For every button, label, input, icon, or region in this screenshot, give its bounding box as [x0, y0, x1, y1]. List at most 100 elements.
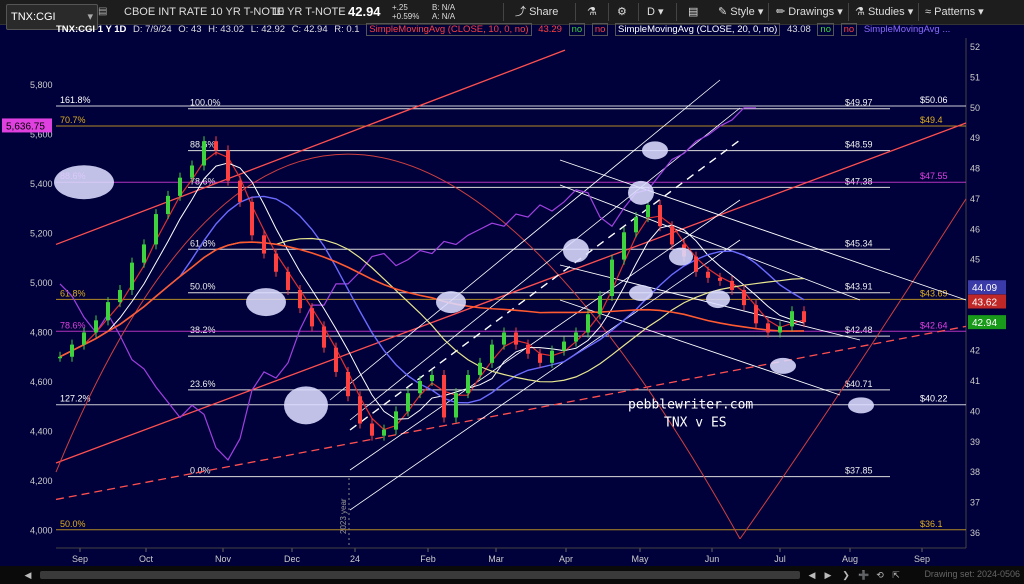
right-axis-tick: 45 [970, 255, 980, 265]
candle-body [346, 371, 350, 397]
highlight-ellipse [436, 291, 466, 314]
fib-value-label: $43.91 [845, 282, 873, 292]
share-button[interactable]: ⤴ Share [515, 0, 558, 24]
x-axis-tick: Oct [139, 554, 154, 564]
fib-pct-label: 78.6% [190, 176, 216, 186]
sma10-label[interactable]: SimpleMovingAvg (CLOSE, 10, 0, no) [366, 23, 532, 36]
candle-body [550, 350, 554, 363]
channel-line [349, 199, 741, 471]
x-axis-tick: Feb [420, 554, 436, 564]
scroll-right-icon[interactable]: ❯ [840, 568, 852, 582]
falling-channel-line [559, 264, 861, 341]
candle-body [742, 289, 746, 306]
left-axis-tick: 5,600 [30, 130, 53, 140]
right-axis-tick: 40 [970, 406, 980, 416]
time-scrollbar[interactable] [40, 571, 800, 579]
settings-icon[interactable]: ▤ [98, 0, 107, 24]
sma10-flag-2[interactable]: no [591, 23, 609, 36]
candle-body [142, 244, 146, 263]
period-selector[interactable]: D ▾ [647, 0, 664, 24]
candle-body [610, 259, 614, 297]
bar-low: L: 42.92 [250, 24, 286, 35]
candle-body [754, 305, 758, 324]
drawing-set-label: Drawing set: 2024-0506 [924, 569, 1020, 579]
candle-body [646, 204, 650, 218]
x-axis-tick: Sep [72, 554, 88, 564]
reset-icon[interactable]: ⟲ [874, 568, 886, 582]
pencil-icon: ✏ [776, 6, 786, 18]
chart-window: { "toolbar": { "symbol": "TNX:CGI", "des… [0, 0, 1024, 584]
left-axis-tick: 5,400 [30, 179, 53, 189]
candle-body [238, 180, 242, 202]
flask-icon[interactable]: ⚗ [587, 0, 597, 24]
candle-body [574, 332, 578, 342]
zoom-out-icon[interactable]: ◀ [806, 568, 818, 582]
fib-left-pct-label: 70.7% [60, 115, 86, 125]
zoom-in-icon[interactable]: ▶ [822, 568, 834, 582]
left-axis-tick: 5,200 [30, 229, 53, 239]
fib-left-pct-label: 78.6% [60, 320, 86, 330]
sma20-flag-2[interactable]: no [840, 23, 858, 36]
falling-channel-line [559, 184, 861, 301]
zoom-in-small-icon[interactable]: ➕ [858, 568, 870, 582]
right-axis-tick: 46 [970, 224, 980, 234]
candle-type-icon[interactable]: ▤ [688, 0, 698, 24]
patterns-icon: ≈ [925, 6, 932, 18]
red-trendline-upper [55, 49, 566, 246]
year-marker-label: 2023 year [339, 498, 348, 534]
channel-line [349, 139, 741, 431]
left-axis-tick: 4,600 [30, 377, 53, 387]
bar-open: O: 43 [178, 24, 202, 35]
price-tag-text: 44.09 [972, 283, 997, 294]
candle-body [154, 214, 158, 245]
candle-body [622, 232, 626, 260]
gear-icon[interactable]: ⚙ [617, 0, 627, 24]
candle-body [418, 381, 422, 394]
highlight-ellipse [706, 290, 730, 309]
right-axis-tick: 48 [970, 164, 980, 174]
sma20-flag[interactable]: no [817, 23, 834, 36]
price-tag-box [968, 315, 1006, 330]
bar-range: R: 0.1 [334, 24, 360, 35]
fib-pct-label: 50.0% [190, 282, 216, 292]
red-trendline-lower [55, 122, 967, 464]
instrument-description: CBOE INT RATE 10 YR T-NOTE [124, 6, 284, 18]
candle-body [502, 332, 506, 345]
candle-body [94, 320, 98, 333]
chevron-down-icon: ▾ [658, 6, 664, 18]
chart-canvas: 36 37 38 39 40 41 42 43 44 45 46 47 48 49 50 51 52 4,000 4… [2, 38, 1006, 564]
candle-body [58, 356, 62, 359]
fib-value-label: $45.34 [845, 238, 873, 248]
price-tag-box [968, 280, 1006, 295]
sma10-line [59, 151, 805, 431]
candle-body [178, 177, 182, 196]
right-axis-tick: 51 [970, 72, 980, 82]
candle-body [658, 204, 662, 227]
x-axis-tick: Nov [215, 554, 232, 564]
sma10-flag[interactable]: no [568, 23, 586, 36]
candle-body [70, 344, 74, 357]
style-menu[interactable]: ✎ Style ▾ [718, 0, 763, 24]
left-axis-tick: 5,800 [30, 80, 53, 90]
candle-body [394, 411, 398, 430]
fib-pct-label: 88.6% [190, 140, 216, 150]
bar-high: H: 43.02 [208, 24, 245, 35]
highlight-ellipse [563, 238, 589, 263]
sma-other-label[interactable]: SimpleMovingAvg ... [864, 24, 950, 35]
patterns-menu[interactable]: ≈ Patterns ▾ [925, 0, 984, 24]
sma20-label[interactable]: SimpleMovingAvg (CLOSE, 20, 0, no) [615, 23, 781, 36]
cursor-icon[interactable]: ⇱ [890, 568, 902, 582]
candle-body [766, 323, 770, 333]
candle-body [778, 326, 782, 333]
es-overlay-line [59, 107, 756, 461]
bar-close: C: 42.94 [291, 24, 328, 35]
drawings-menu[interactable]: ✏ Drawings ▾ [776, 0, 843, 24]
sma200-line [59, 241, 805, 358]
chevron-down-icon: ▾ [837, 6, 843, 18]
scroll-left-icon[interactable]: ◀ [22, 568, 34, 582]
price-tag-text: 43.62 [972, 298, 997, 309]
bar-date: D: 7/9/24 [133, 24, 172, 35]
studies-menu[interactable]: ⚗ Studies ▾ [855, 0, 913, 24]
candle-body [694, 256, 698, 272]
candle-body [106, 302, 110, 321]
